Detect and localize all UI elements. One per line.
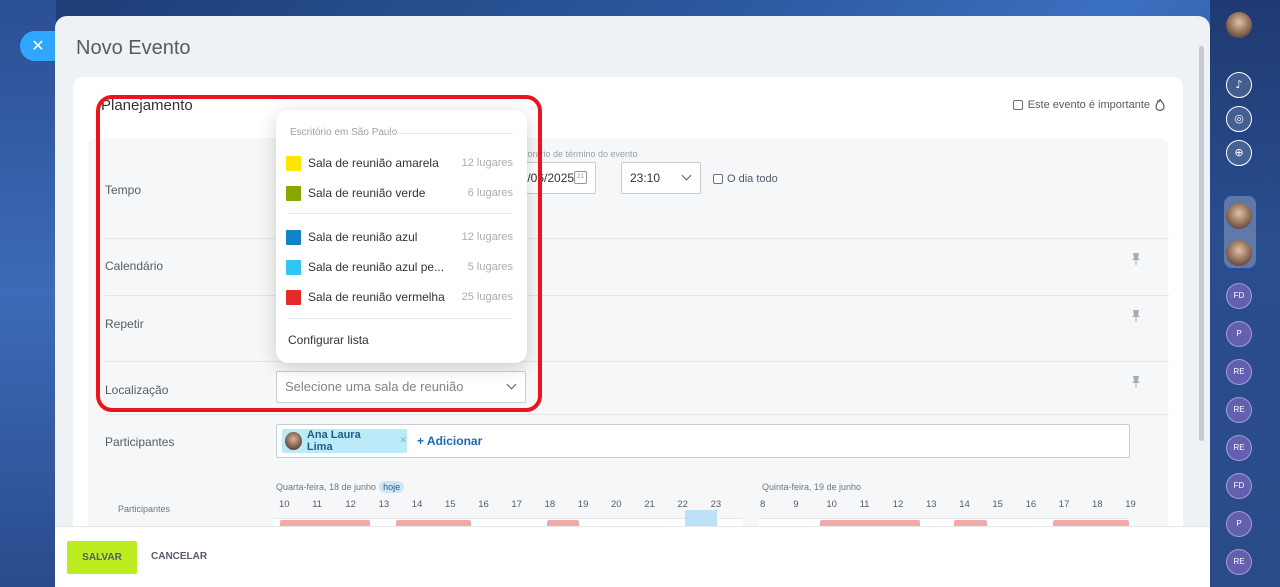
scrollbar[interactable] — [1199, 46, 1204, 441]
hour-label: 12 — [892, 499, 904, 510]
all-day-label: O dia todo — [727, 173, 778, 185]
footer-bar: SALVAR CANCELAR — [55, 526, 1210, 587]
hour-label: 23 — [710, 499, 722, 510]
participants-label: Participantes — [105, 435, 175, 449]
flame-icon — [1155, 99, 1165, 111]
right-panel: ♪ ◎ ⊕ FD P RE RE RE FD P RE — [1210, 0, 1280, 587]
hour-label: 18 — [1092, 499, 1103, 510]
day1-label: Quarta-feira, 18 de junho hoje — [276, 481, 405, 493]
hour-label: 19 — [577, 499, 589, 510]
contact-avatar[interactable]: FD — [1226, 283, 1252, 309]
important-toggle[interactable]: Este evento é importante — [1012, 99, 1165, 111]
user-avatar[interactable] — [1226, 12, 1252, 38]
end-time-select[interactable]: 23:10 — [621, 162, 701, 194]
participants-field[interactable]: Ana Laura Lima ✕ + Adicionar — [276, 424, 1130, 458]
hour-label: 16 — [1025, 499, 1037, 510]
hour-label: 11 — [859, 499, 870, 510]
avatar[interactable] — [1226, 203, 1252, 229]
avatar[interactable] — [1226, 240, 1252, 266]
hour-label: 9 — [793, 499, 799, 510]
hour-label: 18 — [544, 499, 556, 510]
hour-label: 16 — [478, 499, 489, 510]
end-time-value: 23:10 — [630, 171, 661, 185]
contact-avatar[interactable]: FD — [1226, 473, 1252, 499]
save-button[interactable]: SALVAR — [67, 541, 137, 574]
hour-label: 17 — [511, 499, 522, 510]
contact-avatar[interactable]: P — [1226, 511, 1252, 537]
timeline-participants-label: Participantes — [118, 504, 171, 514]
hour-label: 11 — [312, 499, 323, 510]
calendar-icon[interactable]: 21 — [574, 171, 587, 184]
close-slider-button[interactable]: ✕ — [20, 31, 56, 61]
hour-label: 21 — [644, 499, 655, 510]
hour-label: 17 — [1058, 499, 1070, 510]
pin-icon[interactable] — [1132, 375, 1140, 388]
contact-avatar[interactable]: RE — [1226, 397, 1252, 423]
hour-label: 13 — [926, 499, 937, 510]
all-day-toggle[interactable]: O dia todo — [713, 173, 778, 185]
remove-icon[interactable]: ✕ — [399, 436, 407, 446]
add-participant-link[interactable]: + Adicionar — [417, 434, 482, 448]
today-badge: hoje — [379, 481, 405, 493]
bell-icon[interactable]: ♪ — [1226, 72, 1252, 98]
hour-label: 13 — [378, 499, 390, 510]
close-icon: ✕ — [31, 36, 45, 55]
contact-avatar[interactable]: P — [1226, 321, 1252, 347]
hour-label: 14 — [411, 499, 423, 510]
slider-title: Novo Evento — [76, 37, 191, 59]
hour-label: 15 — [992, 499, 1003, 510]
hour-label: 19 — [1125, 499, 1136, 510]
highlight-frame — [96, 95, 542, 412]
pin-icon[interactable] — [1132, 309, 1140, 322]
cancel-button[interactable]: CANCELAR — [151, 551, 207, 562]
hour-label: 14 — [959, 499, 970, 510]
divider — [105, 414, 1169, 415]
hour-label: 20 — [611, 499, 622, 510]
hour-label: 8 — [760, 499, 766, 510]
all-day-checkbox[interactable] — [713, 174, 723, 184]
contact-avatar[interactable]: RE — [1226, 359, 1252, 385]
hour-label: 15 — [445, 499, 456, 510]
chevron-down-icon — [681, 170, 692, 181]
avatar — [285, 432, 302, 450]
pin-icon[interactable] — [1132, 252, 1140, 265]
important-checkbox[interactable] — [1012, 100, 1023, 110]
search-chat-icon[interactable]: ⊕ — [1226, 140, 1252, 166]
contact-avatar[interactable]: RE — [1226, 549, 1252, 575]
contact-avatar[interactable]: RE — [1226, 435, 1252, 461]
participant-name: Ana Laura Lima — [306, 429, 361, 453]
background-left — [0, 0, 56, 587]
target-icon[interactable]: ◎ — [1226, 106, 1252, 132]
participant-chip[interactable]: Ana Laura Lima ✕ — [282, 429, 407, 453]
hour-label: 10 — [279, 499, 290, 510]
day2-label: Quinta-feira, 19 de junho — [762, 482, 862, 492]
hour-label: 12 — [345, 499, 356, 510]
important-label: Este evento é importante — [1027, 99, 1150, 111]
hour-label: 22 — [677, 499, 688, 510]
hour-label: 10 — [826, 499, 837, 510]
